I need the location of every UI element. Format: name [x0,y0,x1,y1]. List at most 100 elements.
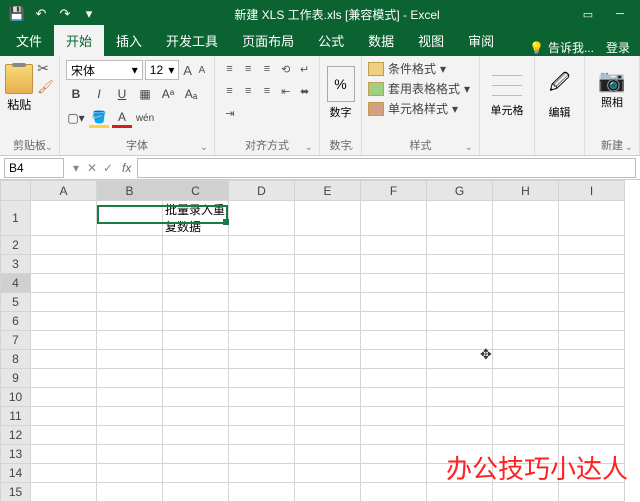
tab-insert[interactable]: 插入 [104,25,154,56]
indent-inc-icon[interactable]: ⇥ [221,104,239,122]
cell[interactable] [229,331,295,350]
cell[interactable] [361,483,427,502]
cell[interactable] [229,201,295,236]
underline-button[interactable]: U [112,84,132,104]
wrap-text-icon[interactable]: ↵ [296,60,313,78]
cell[interactable] [97,483,163,502]
align-left-icon[interactable]: ≡ [221,82,238,100]
cell[interactable] [295,369,361,388]
cell[interactable] [163,236,229,255]
col-header[interactable]: H [493,181,559,201]
cell[interactable] [559,426,625,445]
cell[interactable] [229,388,295,407]
cell[interactable] [31,483,97,502]
cells-icon[interactable] [492,66,522,100]
cell[interactable] [493,255,559,274]
cell[interactable] [31,255,97,274]
tab-home[interactable]: 开始 [54,25,104,56]
cell[interactable] [31,293,97,312]
row-header[interactable]: 2 [1,236,31,255]
cell[interactable] [229,312,295,331]
cell[interactable] [229,426,295,445]
cell[interactable] [559,201,625,236]
align-top-icon[interactable]: ≡ [221,60,238,78]
cell[interactable] [163,483,229,502]
cell[interactable] [427,236,493,255]
align-bottom-icon[interactable]: ≡ [259,60,276,78]
cell[interactable] [229,255,295,274]
align-right-icon[interactable]: ≡ [259,82,276,100]
cell[interactable] [163,312,229,331]
cell[interactable] [559,312,625,331]
cell[interactable] [361,369,427,388]
row-header[interactable]: 8 [1,350,31,369]
cell[interactable] [361,255,427,274]
cell[interactable] [163,350,229,369]
cell[interactable] [493,350,559,369]
cell[interactable] [97,274,163,293]
cell[interactable] [493,369,559,388]
cell[interactable] [229,483,295,502]
row-header[interactable]: 11 [1,407,31,426]
cell[interactable] [361,331,427,350]
number-format-button[interactable]: % [327,66,355,102]
cell[interactable] [361,293,427,312]
cell[interactable] [97,312,163,331]
cell[interactable] [31,312,97,331]
cell[interactable] [97,255,163,274]
cell[interactable] [31,201,97,236]
camera-icon[interactable]: 📷 [598,68,625,94]
col-header[interactable]: E [295,181,361,201]
cell[interactable] [295,274,361,293]
cell[interactable] [229,407,295,426]
cell[interactable] [229,293,295,312]
row-header[interactable]: 4 [1,274,31,293]
cell[interactable] [97,407,163,426]
cell[interactable] [559,407,625,426]
cell[interactable] [361,201,427,236]
cell[interactable] [163,274,229,293]
tell-me[interactable]: 告诉我... [548,39,594,56]
cell[interactable] [361,312,427,331]
name-box[interactable]: B4 [4,158,64,178]
cell[interactable] [163,426,229,445]
cell[interactable] [559,293,625,312]
undo-icon[interactable]: ↶ [32,5,50,23]
decrease-font-icon[interactable]: A [196,60,208,80]
cell[interactable] [559,255,625,274]
ribbon-options-icon[interactable]: ▭ [576,5,600,23]
cell[interactable] [361,274,427,293]
cell[interactable] [31,407,97,426]
cell[interactable] [97,445,163,464]
cell[interactable] [163,369,229,388]
cell[interactable] [493,483,559,502]
cell[interactable] [427,369,493,388]
conditional-format-button[interactable]: 条件格式▾ [368,60,473,77]
login-link[interactable]: 登录 [606,39,630,56]
col-header[interactable]: F [361,181,427,201]
row-header[interactable]: 15 [1,483,31,502]
cell[interactable] [427,274,493,293]
cell[interactable] [97,464,163,483]
cell[interactable] [163,331,229,350]
font-color-button[interactable]: A [112,108,132,128]
cell[interactable] [295,312,361,331]
cell[interactable] [427,407,493,426]
indent-dec-icon[interactable]: ⇤ [277,82,294,100]
cell[interactable] [559,350,625,369]
cell[interactable] [493,407,559,426]
cell[interactable] [559,483,625,502]
row-header[interactable]: 13 [1,445,31,464]
tab-developer[interactable]: 开发工具 [154,25,230,56]
orientation-icon[interactable]: ⟲ [277,60,294,78]
cell[interactable] [295,388,361,407]
cell[interactable] [493,388,559,407]
cell[interactable] [295,293,361,312]
font-name-select[interactable]: 宋体▾ [66,60,143,80]
save-icon[interactable]: 💾 [8,5,26,23]
cell[interactable] [97,236,163,255]
row-header[interactable]: 5 [1,293,31,312]
cell[interactable] [229,445,295,464]
cut-icon[interactable]: ✂ [37,60,54,77]
subscript-button[interactable]: Aₐ [181,84,201,104]
